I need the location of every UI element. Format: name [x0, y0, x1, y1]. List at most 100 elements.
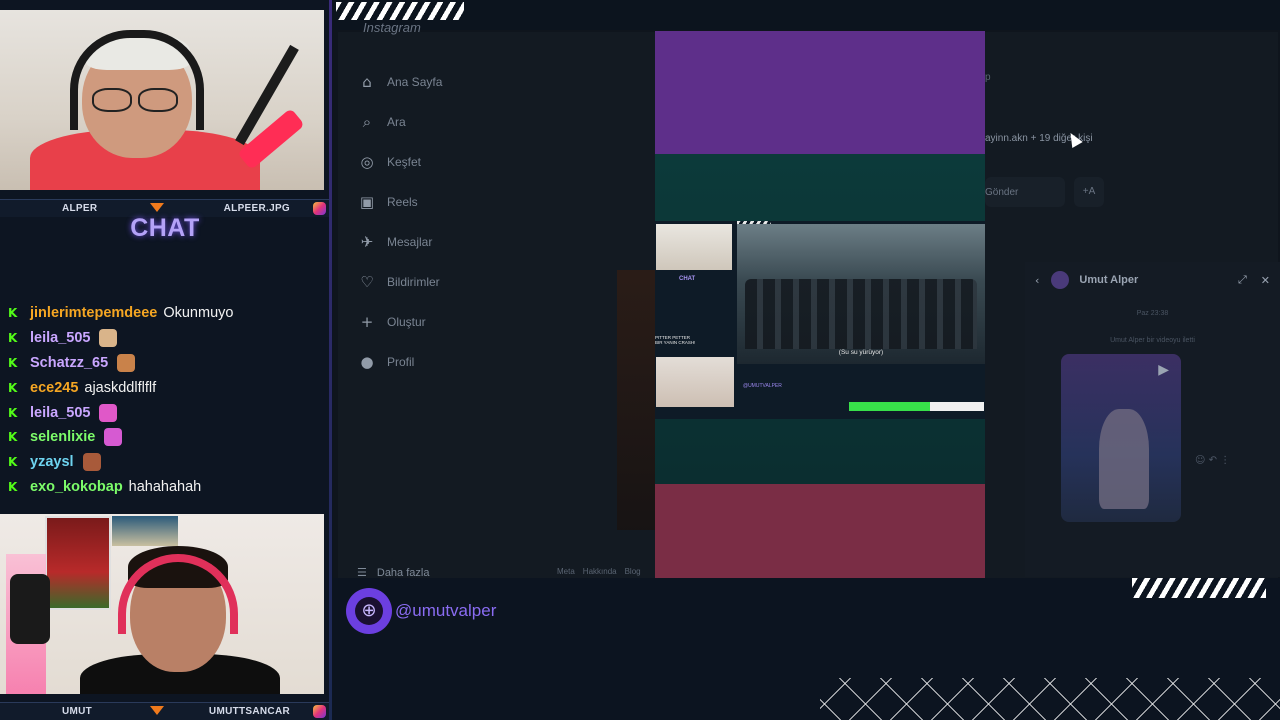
chat-message: Kleila_505: [8, 326, 326, 351]
nav-label: Reels: [387, 195, 418, 209]
mini-webcam-top: [656, 224, 732, 270]
chat-message: Kleila_505: [8, 400, 326, 425]
nav-label: Ana Sayfa: [387, 75, 443, 89]
reel-pink-band: [655, 484, 985, 578]
send-button[interactable]: Gönder: [985, 177, 1065, 207]
webcam-bottom-nameplate: UMUT UMUTTSANCAR: [0, 702, 330, 720]
webcam-top: [0, 10, 324, 190]
handle-text: @umutvalper: [395, 601, 497, 620]
kick-badge-icon: K: [8, 306, 18, 321]
chat-emote-icon: [117, 353, 136, 372]
webcam-top-name-left: ALPER: [62, 203, 98, 214]
hatch-decor-right: [1132, 578, 1266, 598]
plus-icon: +: [360, 313, 374, 331]
dm-timestamp: Paz 23:38: [1136, 310, 1169, 317]
webcam-bottom-mic: [10, 574, 50, 644]
more-menu[interactable]: ☰ Daha fazla: [357, 566, 429, 579]
webcam-top-name-right: ALPEER.JPG: [223, 203, 290, 214]
chat-emote-icon: [99, 403, 118, 422]
chat-username[interactable]: ece245: [30, 380, 78, 396]
menu-icon: ☰: [357, 566, 367, 579]
chat-message: Kjinlerimtepemdeee Okunmuyo: [8, 301, 326, 326]
chat-emote-icon: [99, 329, 118, 348]
kick-badge-icon: K: [8, 479, 18, 494]
chat-message: Kexo_kokobap hahahahah: [8, 475, 326, 500]
compass-icon: ◎: [360, 153, 374, 171]
mini-progress-bar: [849, 402, 984, 411]
messages-icon: ✈: [360, 233, 374, 251]
chat-message: K Schatzz_65: [8, 351, 326, 376]
stage-subtitle: (Su su yürüyor): [838, 349, 884, 356]
kick-badge-icon: K: [8, 405, 18, 420]
nav-label: Ara: [387, 115, 406, 129]
kick-badge-icon: K: [8, 355, 18, 370]
expand-icon[interactable]: ⤢: [1238, 273, 1247, 287]
webcam-top-headset: [70, 30, 204, 130]
mini-webcam-bottom: [656, 357, 734, 407]
chat-emote-icon: [104, 428, 123, 447]
footer-link[interactable]: Blog: [625, 567, 641, 576]
reel-video[interactable]: CHAT PITTER PETTER BIR YANIN CRASH! (Su …: [655, 31, 985, 578]
chat-username[interactable]: jinlerimtepemdeee: [30, 305, 157, 321]
nav-item-keşfet[interactable]: ◎ Keşfet: [357, 142, 557, 182]
footer-links: Meta Hakkında Blog: [557, 567, 641, 576]
nav-item-profil[interactable]: ● Profil: [357, 342, 557, 382]
nav-item-ara[interactable]: ⌕ Ara: [357, 102, 557, 142]
chat-username[interactable]: leila_505: [30, 405, 90, 421]
chat-message: Kselenlixie: [8, 425, 326, 450]
kick-badge-icon: K: [8, 430, 18, 445]
mini-chat-message: PITTER PETTER BIR YANIN CRASH!: [655, 335, 696, 345]
nav-label: Bildirimler: [387, 275, 440, 289]
social-handle: ⊕ @umutvalper: [346, 588, 496, 634]
avatar[interactable]: [1051, 271, 1070, 289]
search-icon: ⌕: [362, 113, 372, 131]
mini-chat-title: CHAT: [679, 276, 696, 282]
play-icon[interactable]: ▶: [1158, 362, 1169, 378]
chat-username[interactable]: leila_505: [30, 330, 90, 346]
nav-item-reels[interactable]: ▣ Reels: [357, 182, 557, 222]
streamer-sidebar: ALPER ALPEER.JPG CHAT Kjinlerimtepemdeee…: [0, 0, 332, 720]
chat-text: hahahahah: [128, 478, 202, 495]
profile-icon: ●: [360, 353, 374, 371]
chat-username[interactable]: yzaysl: [30, 454, 74, 470]
nav-item-ana-sayfa[interactable]: ⌂ Ana Sayfa: [357, 62, 557, 102]
footer-link[interactable]: Meta: [557, 567, 575, 576]
kick-badge-icon: K: [8, 380, 18, 395]
instagram-sidebar: ⌂ Ana Sayfa ⌕ Ara ◎ Keşfet ▣ Reels ✈ Mesajlar ♡ Bil…: [357, 62, 557, 382]
chat-username[interactable]: selenlixie: [30, 429, 95, 445]
chat-message: Kyzaysl: [8, 450, 326, 475]
instagram-logo[interactable]: Instagram: [363, 20, 421, 35]
nav-item-mesajlar[interactable]: ✈ Mesajlar: [357, 222, 557, 262]
webcam-bottom-name-right: UMUTTSANCAR: [208, 706, 290, 717]
add-person-button[interactable]: +A: [1074, 177, 1104, 207]
kick-badge-icon: K: [8, 455, 18, 470]
reel-purple-band: [655, 31, 985, 154]
dm-shared-video[interactable]: ▶: [1061, 354, 1181, 522]
heart-icon: ♡: [360, 273, 374, 291]
nav-label: Keşfet: [387, 155, 422, 169]
chat-username[interactable]: exo_kokobap: [30, 479, 123, 495]
chat-username[interactable]: Schatzz_65: [30, 355, 108, 371]
reel-stream-capture: CHAT PITTER PETTER BIR YANIN CRASH! (Su …: [655, 221, 985, 419]
chat-emote-icon: [82, 453, 101, 472]
mini-stage-video: (Su su yürüyor): [737, 224, 985, 364]
orange-marker-icon: [150, 706, 164, 715]
home-icon: ⌂: [362, 73, 372, 91]
nav-item-bildirimler[interactable]: ♡ Bildirimler: [357, 262, 557, 302]
close-icon[interactable]: ✕: [1261, 274, 1270, 287]
back-icon[interactable]: ‹: [1035, 274, 1039, 287]
kick-badge-icon: K: [8, 331, 18, 346]
wall-poster-ronaldo: [45, 516, 111, 610]
globe-badge: ⊕: [346, 588, 392, 634]
nav-item-oluştur[interactable]: + Oluştur: [357, 302, 557, 342]
chat-text: Okunmuyo: [163, 305, 234, 322]
webcam-bottom: [0, 514, 324, 694]
nav-label: Oluştur: [387, 315, 426, 329]
footer-link[interactable]: Hakkında: [583, 567, 617, 576]
background-image-ghost: [617, 270, 657, 530]
dm-message-actions[interactable]: ☺ ↶ ⋮: [1195, 455, 1230, 466]
stage-performers: [745, 279, 977, 349]
video-figure: [1099, 409, 1149, 509]
nav-label: Mesajlar: [387, 235, 433, 249]
dm-contact-name[interactable]: Umut Alper: [1079, 274, 1224, 286]
